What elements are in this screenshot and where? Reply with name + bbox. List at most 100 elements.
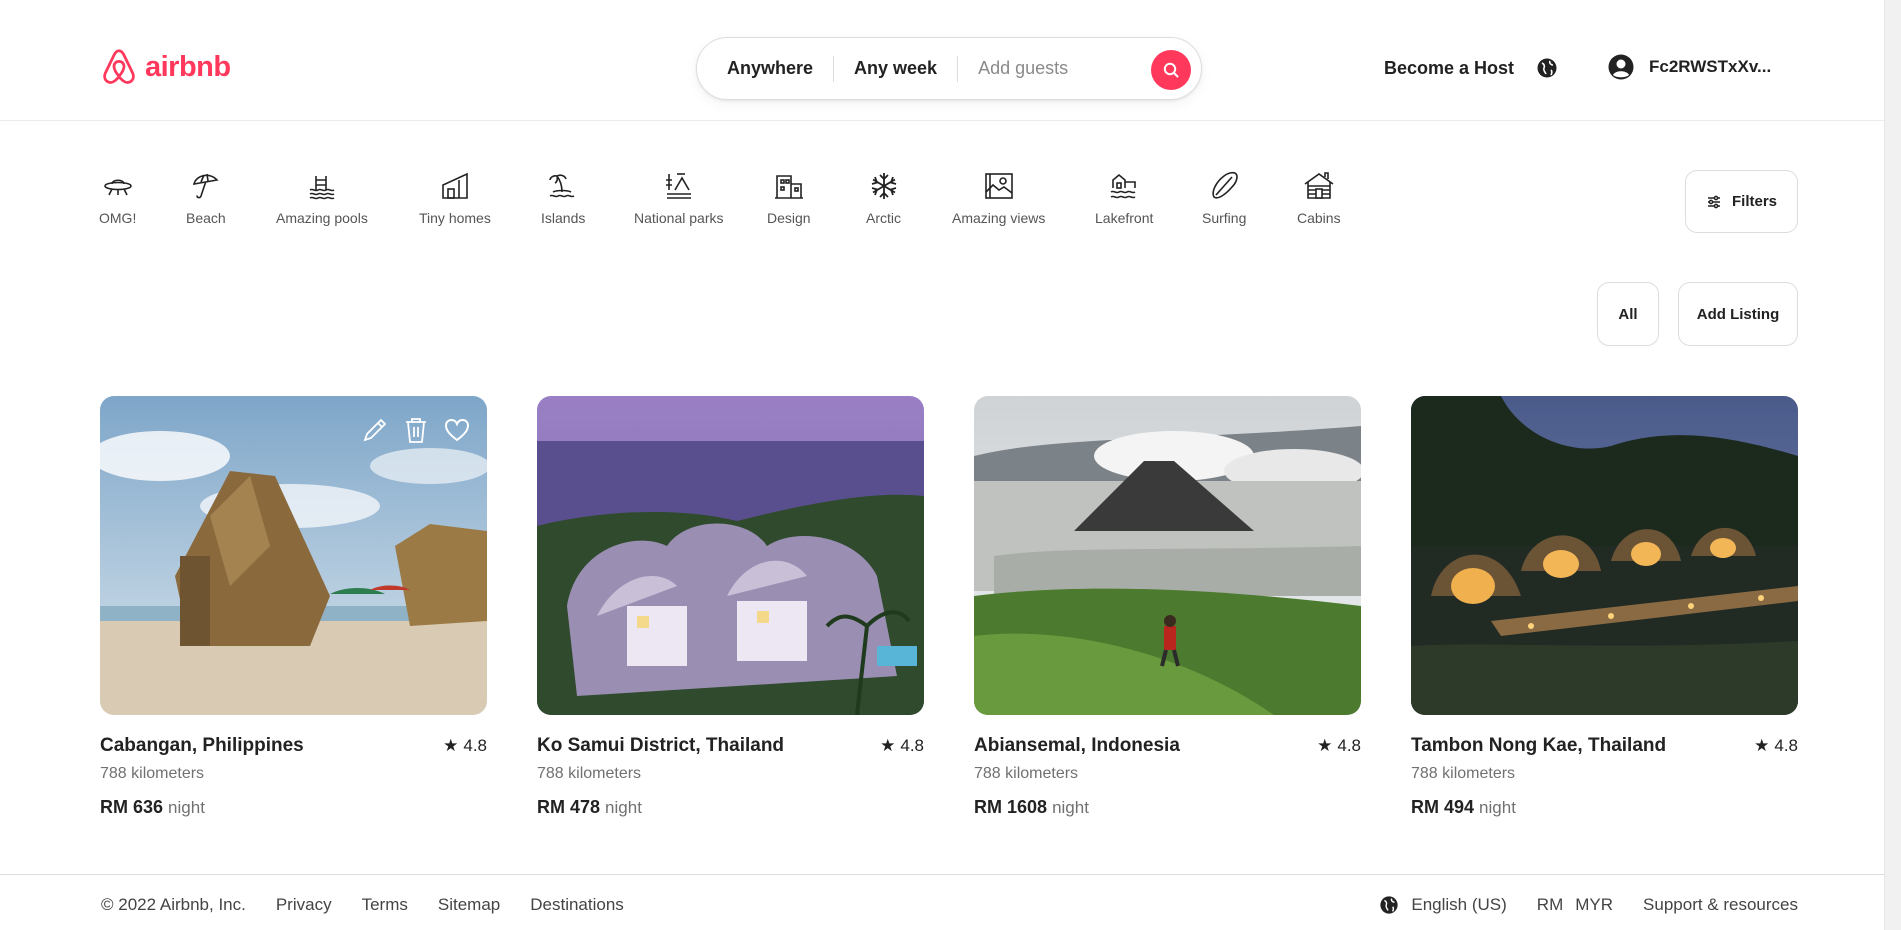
listing-actions <box>361 416 471 449</box>
category-surfing[interactable]: Surfing <box>1202 170 1246 226</box>
listing-distance: 788 kilometers <box>537 765 642 782</box>
language-button[interactable] <box>1536 57 1558 84</box>
listing-card[interactable]: Cabangan, Philippines ★ 4.8 788 kilomete… <box>100 396 487 818</box>
rating-value: 4.8 <box>1337 736 1361 755</box>
category-label: Surfing <box>1202 210 1247 226</box>
category-design[interactable]: Design <box>767 170 811 226</box>
category-label: Amazing views <box>952 210 1046 226</box>
globe-icon <box>1380 896 1399 914</box>
price-value: RM 1608 <box>974 797 1048 817</box>
listing-rating: ★ 4.8 <box>443 736 487 756</box>
currency-selector[interactable]: RM MYR <box>1537 895 1613 915</box>
category-tiny-homes[interactable]: Tiny homes <box>419 170 491 226</box>
lakefront-icon <box>1110 173 1136 199</box>
price-unit: night <box>605 798 642 817</box>
category-label: Lakefront <box>1095 210 1154 226</box>
listing-rating: ★ 4.8 <box>1317 736 1361 756</box>
star-icon: ★ <box>880 736 896 755</box>
listing-photo[interactable] <box>974 396 1361 715</box>
top-navbar: airbnb Anywhere Any week Add guests Beco… <box>0 0 1884 121</box>
search-guests[interactable]: Add guests <box>958 58 1088 79</box>
search-date[interactable]: Any week <box>834 58 957 79</box>
tiny-home-icon <box>442 172 468 199</box>
category-label: OMG! <box>99 210 137 226</box>
category-islands[interactable]: Islands <box>541 170 585 226</box>
user-name: Fc2RWSTxXv... <box>1649 57 1772 76</box>
volcano-photo <box>974 396 1361 715</box>
listing-price: RM 494 night <box>1411 797 1798 818</box>
listing-photo[interactable] <box>100 396 487 715</box>
listing-photo[interactable] <box>537 396 924 715</box>
category-label: Arctic <box>866 210 901 226</box>
category-label: Design <box>767 210 811 226</box>
star-icon: ★ <box>443 736 459 755</box>
price-value: RM 494 <box>1411 797 1475 817</box>
cabin-icon <box>1304 172 1334 199</box>
umbrella-icon <box>192 173 219 199</box>
listing-distance: 788 kilometers <box>974 765 1079 782</box>
listing-price: RM 636 night <box>100 797 487 818</box>
ufo-icon <box>103 179 132 196</box>
category-cabins[interactable]: Cabins <box>1297 170 1341 226</box>
listing-title[interactable]: Abiansemal, Indonesia <box>974 735 1180 757</box>
favorite-button[interactable] <box>443 416 471 449</box>
edit-button[interactable] <box>361 416 389 449</box>
price-value: RM 478 <box>537 797 601 817</box>
rating-value: 4.8 <box>1774 736 1798 755</box>
category-label: Amazing pools <box>276 210 368 226</box>
category-arctic[interactable]: Arctic <box>866 170 901 226</box>
search-bar[interactable]: Anywhere Any week Add guests <box>696 37 1202 100</box>
become-host-link[interactable]: Become a Host <box>1384 58 1514 79</box>
category-amazing-pools[interactable]: Amazing pools <box>276 170 368 226</box>
listing-card[interactable]: Abiansemal, Indonesia ★ 4.8 788 kilomete… <box>974 396 1361 818</box>
all-listings-button[interactable]: All <box>1597 282 1659 346</box>
search-button[interactable] <box>1151 50 1191 90</box>
search-location[interactable]: Anywhere <box>697 58 833 79</box>
footer-link-sitemap[interactable]: Sitemap <box>438 895 500 915</box>
listing-card[interactable]: Tambon Nong Kae, Thailand ★ 4.8 788 kilo… <box>1411 396 1798 818</box>
footer-link-terms[interactable]: Terms <box>362 895 408 915</box>
listing-title[interactable]: Tambon Nong Kae, Thailand <box>1411 735 1666 757</box>
search-icon <box>1163 62 1179 78</box>
snowflake-icon <box>871 173 896 199</box>
page-scrollbar[interactable] <box>1884 0 1901 930</box>
surfboard-icon <box>1212 171 1238 199</box>
filters-button[interactable]: Filters <box>1685 170 1798 233</box>
category-omg[interactable]: OMG! <box>99 170 136 226</box>
category-national-parks[interactable]: National parks <box>634 170 724 226</box>
price-unit: night <box>1052 798 1089 817</box>
globe-icon <box>1537 58 1557 78</box>
footer-link-privacy[interactable]: Privacy <box>276 895 332 915</box>
price-value: RM 636 <box>100 797 164 817</box>
rating-value: 4.8 <box>463 736 487 755</box>
brand-name: airbnb <box>145 50 231 83</box>
airbnb-logo[interactable]: airbnb <box>99 46 231 88</box>
support-link[interactable]: Support & resources <box>1643 895 1798 915</box>
heart-icon <box>444 418 470 442</box>
user-menu-button[interactable]: Fc2RWSTxXv... <box>1608 54 1771 80</box>
listing-title[interactable]: Cabangan, Philippines <box>100 735 304 757</box>
category-beach[interactable]: Beach <box>186 170 226 226</box>
footer-link-destinations[interactable]: Destinations <box>530 895 624 915</box>
category-amazing-views[interactable]: Amazing views <box>952 170 1045 226</box>
price-unit: night <box>168 798 205 817</box>
copyright: © 2022 Airbnb, Inc. <box>101 895 246 914</box>
delete-button[interactable] <box>403 416 429 449</box>
category-lakefront[interactable]: Lakefront <box>1095 170 1153 226</box>
listing-price: RM 478 night <box>537 797 924 818</box>
language-selector[interactable]: English (US) <box>1379 895 1507 915</box>
footer: © 2022 Airbnb, Inc. Privacy Terms Sitema… <box>0 874 1884 930</box>
add-listing-button[interactable]: Add Listing <box>1678 282 1798 346</box>
island-icon <box>549 174 575 198</box>
dome-villas-photo <box>537 396 924 715</box>
category-label: Islands <box>541 210 586 226</box>
listing-photo[interactable] <box>1411 396 1798 715</box>
language-label: English (US) <box>1411 895 1507 914</box>
currency-symbol: RM <box>1536 895 1564 914</box>
sliders-icon <box>1707 195 1720 208</box>
pool-icon <box>309 176 335 200</box>
listing-title[interactable]: Ko Samui District, Thailand <box>537 735 784 757</box>
category-label: National parks <box>634 210 724 226</box>
listing-card[interactable]: Ko Samui District, Thailand ★ 4.8 788 ki… <box>537 396 924 818</box>
pencil-icon <box>363 418 387 442</box>
